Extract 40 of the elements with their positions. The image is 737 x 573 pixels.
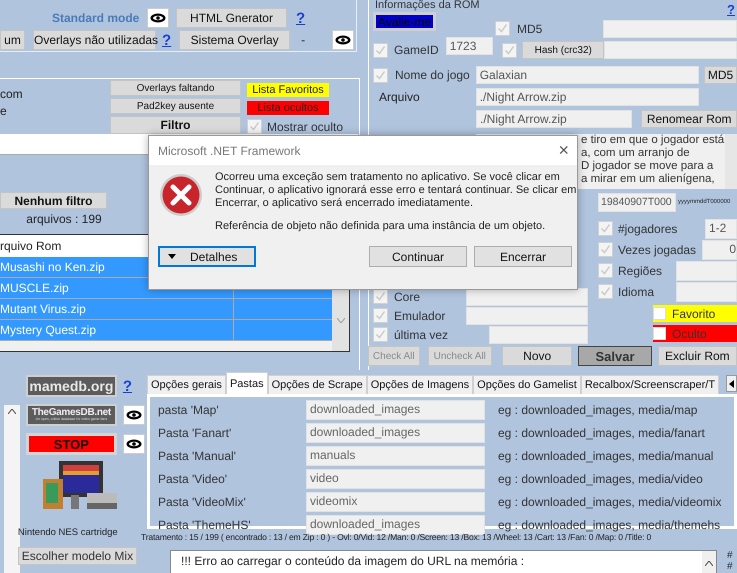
example-text: eg : downloaded_images, media/video [498, 472, 703, 486]
checkbox-label: MD5 [517, 22, 542, 36]
filter-label: e [0, 104, 8, 118]
file-count: arquivos : 199 [25, 212, 103, 228]
folder-label: Pasta 'VideoMix' [158, 494, 247, 508]
checkbox-label: Emulador [394, 308, 446, 322]
checkbox-label: Mostrar oculto [267, 120, 344, 134]
checkbox-label: Vezes jogadas [618, 242, 696, 256]
checkbox-label: Core [394, 290, 422, 304]
example-text: eg : downloaded_images, media/manual [498, 448, 714, 462]
description-line: a, com um arranjo de [581, 147, 691, 160]
folder-label: Pasta 'Video' [158, 472, 228, 486]
filter-label: com [0, 87, 24, 101]
dialog-title: Microsoft .NET Framework [158, 144, 300, 158]
error-detail: Referência de objeto não definida para uma instância de um objeto. [215, 220, 546, 233]
checkbox-label: Regiões [618, 264, 662, 278]
mark-text: # [727, 550, 733, 561]
file-label: Arquivo [379, 90, 421, 104]
example-text: eg : downloaded_images, media/themehs [498, 518, 720, 532]
description-line: a mirar em um alienígena, [581, 173, 716, 186]
folder-label: pasta 'Map' [158, 402, 220, 416]
checkbox-label: Idioma [618, 284, 654, 298]
example-text: eg : downloaded_images, media/videomix [498, 494, 722, 508]
status-text: Tratamento : 15 / 199 ( encontrado : 13 / em Zip : 0 ) - Ovl: 0/Vid: 12 /Man: 0 /Screen: 13 /Box: 13 /Wheel: 13 /Cart: 13 /Fan: 0 /Map: 0 /Title: 0 [141, 532, 652, 544]
checkbox-label: última vez [394, 328, 450, 342]
folder-label: Pasta 'ThemeHS' [158, 518, 252, 532]
checkbox-label: Nome do jogo [395, 68, 470, 82]
log-box: !!! Erro ao carregar o conteúdo da imagem do URL na memória : [170, 550, 717, 573]
dash-text: - [301, 33, 306, 47]
group-title: Informações da ROM [375, 0, 480, 10]
checkbox-label: #jogadores [618, 222, 678, 236]
checkbox-label: GameID [394, 43, 439, 57]
mode-label: Standard mode [52, 11, 140, 25]
example-text: eg : downloaded_images, media/fanart [498, 426, 705, 440]
folder-label: Pasta 'Manual' [158, 448, 237, 462]
description-line: e tiro em que o jogador está [581, 134, 726, 147]
mark-text: # [727, 561, 733, 572]
description-line: D jogador se move para a [581, 160, 714, 173]
folder-label: Pasta 'Fanart' [158, 426, 232, 440]
example-text: eg : downloaded_images, media/map [498, 402, 698, 416]
